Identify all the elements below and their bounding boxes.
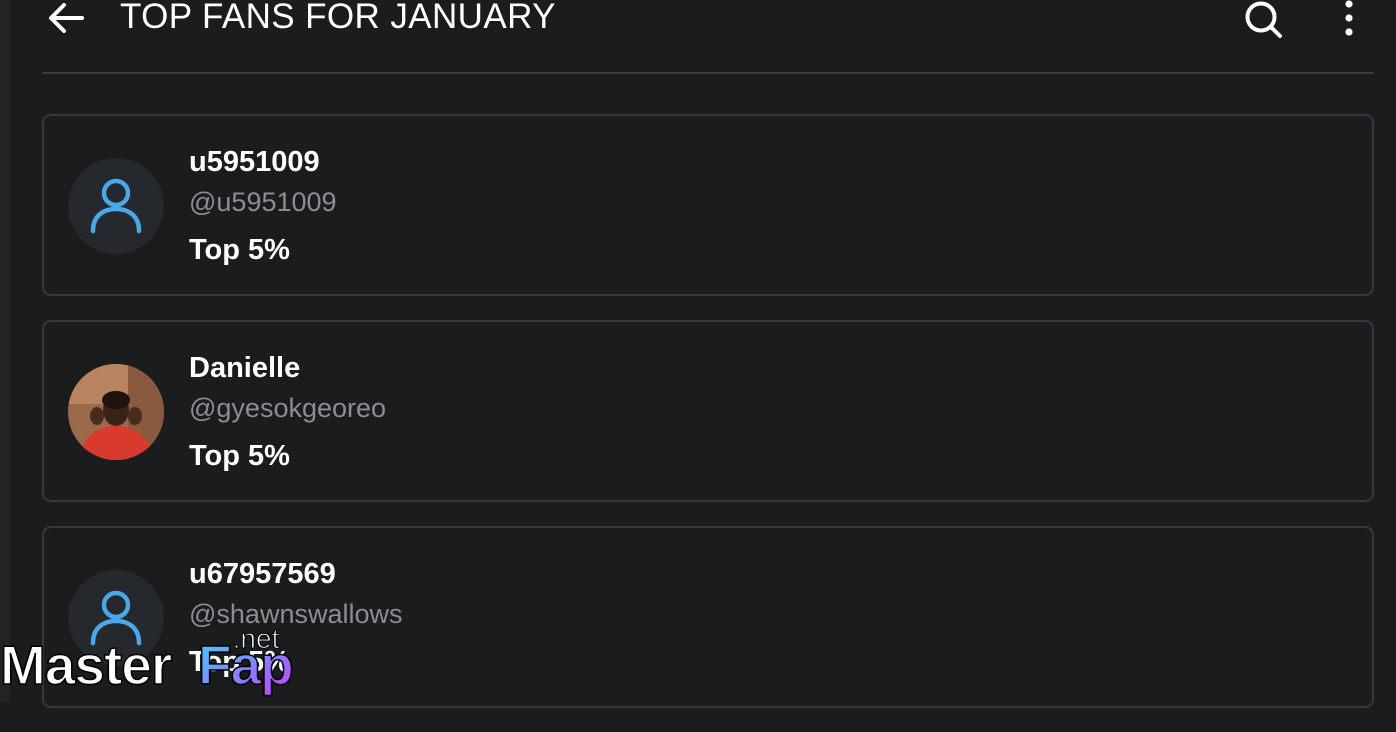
top-bar: TOP FANS FOR JANUARY <box>42 0 1374 74</box>
svg-text:Fap: Fap <box>198 634 293 696</box>
page-title: TOP FANS FOR JANUARY <box>120 0 556 36</box>
more-vertical-icon <box>1345 0 1353 36</box>
default-user-icon <box>90 178 142 234</box>
search-button[interactable] <box>1240 0 1286 42</box>
fan-display-name: u67957569 <box>189 558 336 590</box>
fan-rank: Top 5% <box>189 234 290 266</box>
window-edge <box>0 0 10 702</box>
avatar[interactable] <box>68 364 164 460</box>
fan-handle: @u5951009 <box>189 187 337 217</box>
fan-rank: Top 5% <box>189 440 290 472</box>
fan-display-name: Danielle <box>189 352 301 384</box>
fan-handle: @gyesokgeoreo <box>189 393 387 423</box>
fan-card[interactable]: u5951009 @u5951009 Top 5% <box>42 114 1374 296</box>
back-button[interactable] <box>44 0 90 40</box>
watermark-logo: .net Master Fap <box>0 618 310 702</box>
more-options-button[interactable] <box>1334 0 1364 42</box>
avatar[interactable] <box>68 158 164 254</box>
search-icon <box>1245 1 1282 38</box>
fan-display-name: u5951009 <box>189 146 320 178</box>
arrow-left-icon <box>49 3 84 33</box>
fan-card[interactable]: Danielle @gyesokgeoreo Top 5% <box>42 320 1374 502</box>
svg-text:Master: Master <box>0 634 172 696</box>
profile-photo <box>68 364 164 460</box>
